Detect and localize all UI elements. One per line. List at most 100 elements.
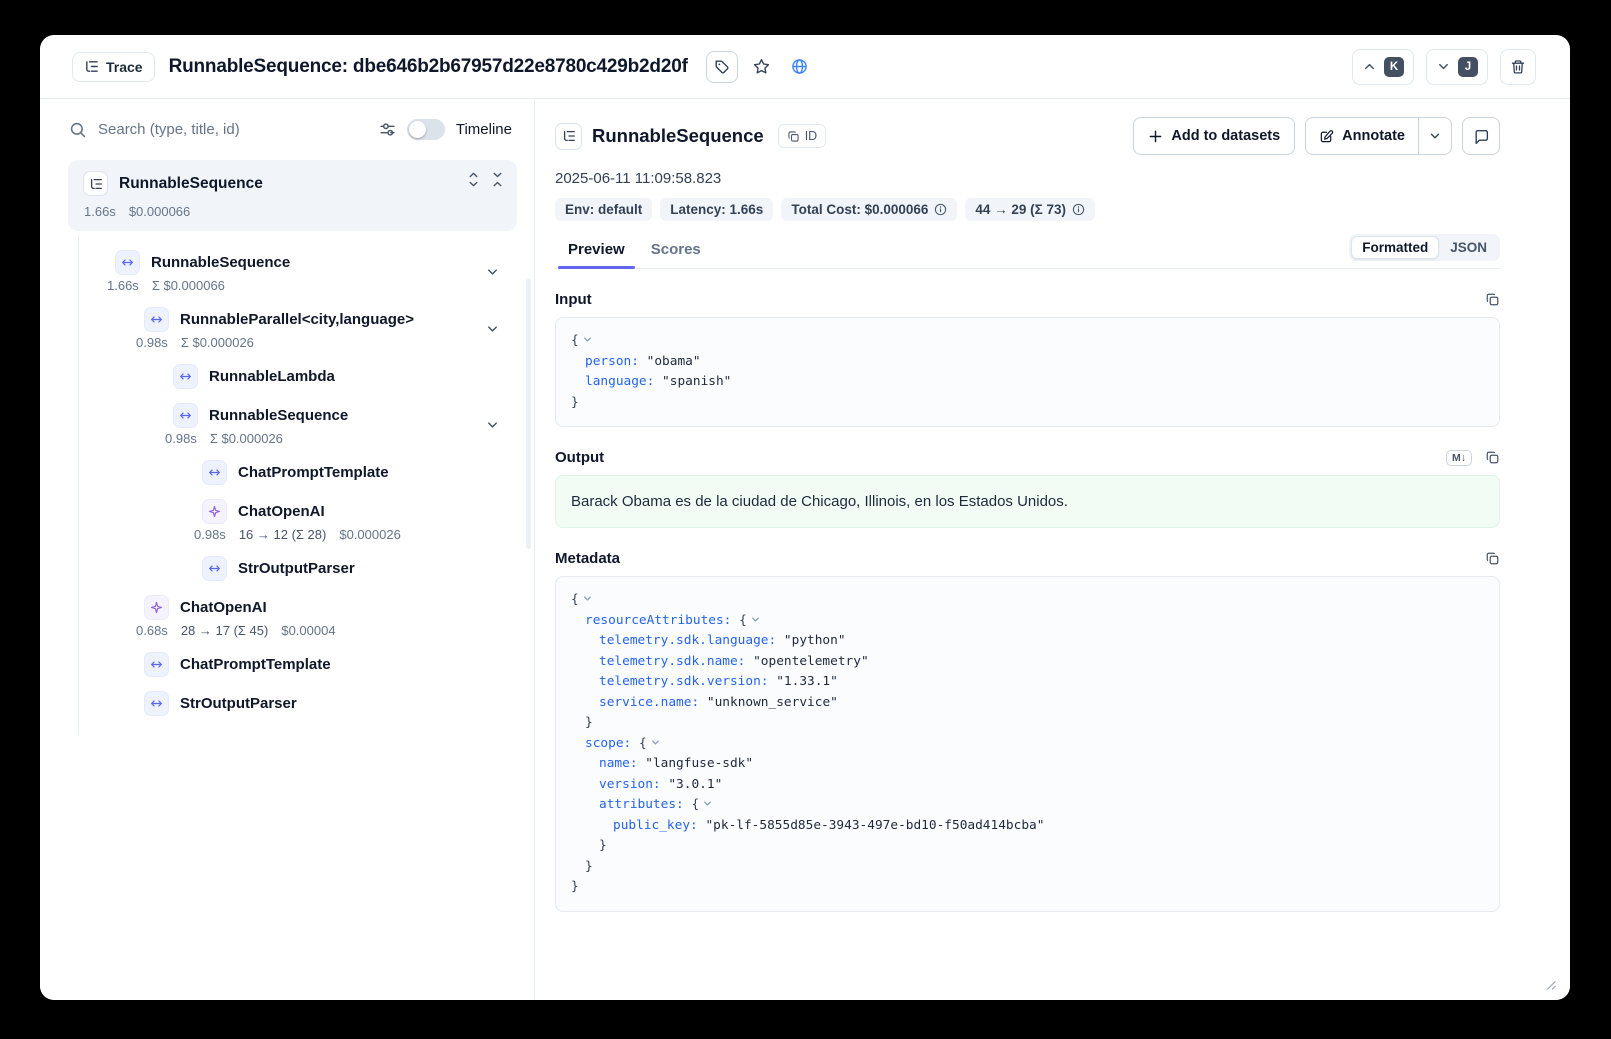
observation-header: RunnableSequence ID Add to datasets bbox=[555, 117, 1500, 155]
plus-icon bbox=[1148, 129, 1163, 144]
sidebar-scrollbar[interactable] bbox=[526, 279, 531, 549]
public-share-button[interactable] bbox=[786, 53, 814, 81]
tree-node-metrics: 0.68s28 → 17 (Σ 45)$0.00004 bbox=[136, 623, 534, 638]
annotate-button[interactable]: Annotate bbox=[1306, 118, 1418, 154]
tree-node-label: RunnableSequence bbox=[151, 254, 290, 271]
tree-node-chatprompttemplate[interactable]: ChatPromptTemplate bbox=[40, 645, 534, 684]
annotate-dropdown-button[interactable] bbox=[1418, 118, 1451, 154]
add-to-datasets-button[interactable]: Add to datasets bbox=[1133, 117, 1295, 155]
tree-node-label: ChatOpenAI bbox=[238, 503, 325, 520]
trace-tree-icon bbox=[84, 59, 99, 74]
tree-node-runnablelambda[interactable]: RunnableLambda bbox=[40, 357, 534, 396]
span-icon bbox=[173, 403, 198, 428]
view-settings-icon[interactable] bbox=[379, 121, 396, 138]
trace-window: Trace RunnableSequence: dbe646b2b67957d2… bbox=[40, 35, 1570, 1000]
tree-node-chatprompttemplate[interactable]: ChatPromptTemplate bbox=[40, 453, 534, 492]
total-cost-badge[interactable]: Total Cost: $0.000066 bbox=[781, 198, 957, 221]
app-header: Trace RunnableSequence: dbe646b2b67957d2… bbox=[40, 35, 1570, 99]
observation-detail-panel: RunnableSequence ID Add to datasets bbox=[535, 99, 1570, 1000]
tree-node-label: ChatPromptTemplate bbox=[180, 656, 331, 673]
tree-node-runnablesequence[interactable]: RunnableSequence 0.98sΣ $0.000026 bbox=[40, 396, 534, 453]
tree-node-metrics: 0.98sΣ $0.000026 bbox=[165, 431, 534, 446]
tree-node-stroutputparser[interactable]: StrOutputParser bbox=[40, 684, 534, 723]
observation-type-icon bbox=[555, 123, 582, 150]
input-json: {person: "obama"language: "spanish"} bbox=[555, 317, 1500, 427]
output-section-title: Output bbox=[555, 449, 604, 466]
globe-icon bbox=[791, 58, 808, 75]
trace-title: RunnableSequence: dbe646b2b67957d22e8780… bbox=[169, 56, 688, 78]
tree-node-runnableparallel-city-language-[interactable]: RunnableParallel<city,language>0.98sΣ $0… bbox=[40, 300, 534, 357]
tab-scores[interactable]: Scores bbox=[638, 233, 714, 268]
chevron-down-icon[interactable] bbox=[485, 321, 500, 336]
tree-root-node[interactable]: RunnableSequence 1.66s $0.000066 bbox=[68, 160, 517, 231]
copy-output-button[interactable] bbox=[1485, 450, 1500, 465]
timeline-label: Timeline bbox=[456, 121, 512, 138]
observation-timestamp: 2025-06-11 11:09:58.823 bbox=[555, 170, 1500, 187]
token-usage-badge[interactable]: 44 → 29 (Σ 73) bbox=[965, 198, 1095, 221]
comments-button[interactable] bbox=[1462, 117, 1500, 155]
span-icon bbox=[144, 652, 169, 677]
input-section-title: Input bbox=[555, 291, 592, 308]
badges-row: Env: default Latency: 1.66s Total Cost: … bbox=[555, 198, 1500, 221]
copy-input-button[interactable] bbox=[1485, 292, 1500, 307]
input-section: Input {person: "obama"language: "spanish… bbox=[555, 291, 1500, 427]
comment-bubble-icon bbox=[1473, 128, 1490, 145]
markdown-toggle-button[interactable]: M↓ bbox=[1446, 450, 1472, 466]
chevron-down-icon[interactable] bbox=[485, 264, 500, 279]
tree-node-label: RunnableSequence bbox=[209, 407, 348, 424]
root-cost: $0.000066 bbox=[129, 204, 190, 219]
tree-node-chatopenai[interactable]: ChatOpenAI 0.98s16 → 12 (Σ 28)$0.000026 bbox=[40, 492, 534, 549]
tree-node-label: ChatPromptTemplate bbox=[238, 464, 389, 481]
tree-node-stroutputparser[interactable]: StrOutputParser bbox=[40, 549, 534, 588]
chevron-down-icon bbox=[1436, 59, 1451, 74]
trace-tree-sidebar: Timeline RunnableSequence 1.66s $0.00006… bbox=[40, 99, 535, 1000]
keycap-k: K bbox=[1384, 57, 1404, 77]
prev-observation-button[interactable]: K bbox=[1352, 49, 1414, 85]
metadata-section: Metadata {resourceAttributes: {telemetry… bbox=[555, 550, 1500, 912]
copy-metadata-button[interactable] bbox=[1485, 551, 1500, 566]
expand-all-icon[interactable] bbox=[466, 172, 481, 187]
pencil-icon bbox=[1319, 129, 1334, 144]
keycap-j: J bbox=[1458, 57, 1478, 77]
generation-icon bbox=[202, 499, 227, 524]
tag-button[interactable] bbox=[706, 51, 738, 83]
collapse-json-icon[interactable] bbox=[750, 614, 761, 625]
star-icon bbox=[753, 58, 770, 75]
tree-node-label: RunnableLambda bbox=[209, 368, 335, 385]
timeline-toggle[interactable] bbox=[407, 119, 445, 140]
chevron-down-icon[interactable] bbox=[485, 417, 500, 432]
bookmark-button[interactable] bbox=[748, 53, 776, 81]
collapse-json-icon[interactable] bbox=[650, 737, 661, 748]
tree-node-label: StrOutputParser bbox=[238, 560, 355, 577]
tag-icon bbox=[714, 59, 730, 75]
copy-id-button[interactable]: ID bbox=[778, 124, 827, 148]
collapse-all-icon[interactable] bbox=[490, 172, 505, 187]
trace-tree-icon bbox=[83, 171, 108, 196]
collapse-json-icon[interactable] bbox=[582, 334, 593, 345]
search-input[interactable] bbox=[98, 121, 368, 138]
collapse-json-icon[interactable] bbox=[582, 593, 593, 604]
generation-icon bbox=[144, 595, 169, 620]
tree-node-runnablesequence[interactable]: RunnableSequence1.66sΣ $0.000066 bbox=[40, 243, 534, 300]
root-node-label: RunnableSequence bbox=[119, 175, 263, 193]
header-actions: K J bbox=[1352, 49, 1536, 85]
metadata-json: {resourceAttributes: {telemetry.sdk.lang… bbox=[555, 576, 1500, 912]
tree-node-chatopenai[interactable]: ChatOpenAI0.68s28 → 17 (Σ 45)$0.00004 bbox=[40, 588, 534, 645]
resize-handle-icon[interactable] bbox=[1542, 976, 1557, 991]
format-toggle-formatted[interactable]: Formatted bbox=[1351, 236, 1439, 259]
tab-preview[interactable]: Preview bbox=[555, 233, 638, 268]
span-icon bbox=[202, 460, 227, 485]
search-row: Timeline bbox=[40, 99, 534, 148]
tree-node-metrics: 0.98s16 → 12 (Σ 28)$0.000026 bbox=[194, 527, 534, 542]
format-toggle-json[interactable]: JSON bbox=[1439, 236, 1498, 259]
env-badge: Env: default bbox=[555, 198, 652, 221]
search-icon bbox=[69, 121, 87, 139]
collapse-json-icon[interactable] bbox=[702, 798, 713, 809]
delete-trace-button[interactable] bbox=[1500, 49, 1536, 85]
page-title: RunnableSequence bbox=[592, 125, 764, 147]
span-icon bbox=[202, 556, 227, 581]
next-observation-button[interactable]: J bbox=[1426, 49, 1488, 85]
chevron-down-icon bbox=[1428, 129, 1442, 143]
observation-actions: Add to datasets Annotate bbox=[1133, 117, 1500, 155]
info-icon bbox=[1072, 203, 1085, 216]
